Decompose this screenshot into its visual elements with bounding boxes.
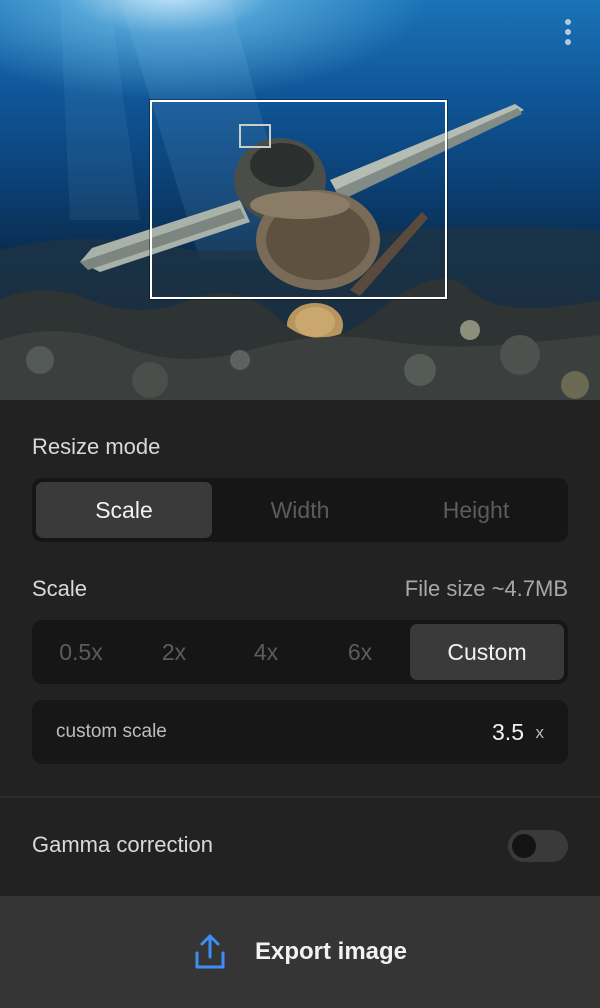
scale-option-6x[interactable]: 6x xyxy=(310,624,410,680)
crop-selection-box[interactable] xyxy=(150,100,447,299)
gamma-correction-label: Gamma correction xyxy=(32,832,213,857)
app-root: Resize mode Scale Width Height Scale Fil… xyxy=(0,0,600,1008)
custom-scale-input[interactable]: custom scale 3.5 x xyxy=(32,700,568,764)
custom-scale-label: custom scale xyxy=(56,721,167,742)
scale-label: Scale xyxy=(32,576,88,601)
image-preview[interactable] xyxy=(0,0,600,400)
section-divider xyxy=(0,796,600,798)
scale-option-2x[interactable]: 2x xyxy=(126,624,222,680)
custom-scale-value[interactable]: 3.5 xyxy=(492,700,524,764)
gamma-correction-toggle[interactable] xyxy=(508,830,568,862)
resize-mode-width[interactable]: Width xyxy=(212,482,388,538)
export-image-button[interactable]: Export image xyxy=(0,896,600,1008)
resize-mode-height[interactable]: Height xyxy=(388,482,564,538)
resize-mode-label: Resize mode xyxy=(32,434,161,459)
more-vertical-icon[interactable] xyxy=(554,14,582,50)
file-size-estimate: File size ~4.7MB xyxy=(404,576,568,601)
resize-mode-scale[interactable]: Scale xyxy=(36,482,212,538)
scale-option-4x[interactable]: 4x xyxy=(222,624,310,680)
scale-option-0-5x[interactable]: 0.5x xyxy=(36,624,126,680)
toggle-knob xyxy=(512,834,536,858)
resize-mode-selector: Scale Width Height xyxy=(32,478,568,542)
share-upload-icon xyxy=(195,934,225,969)
custom-scale-unit: x xyxy=(535,723,545,742)
scale-option-custom[interactable]: Custom xyxy=(410,624,564,680)
scale-selector: 0.5x 2x 4x 6x Custom xyxy=(32,620,568,684)
export-image-label: Export image xyxy=(254,938,408,965)
